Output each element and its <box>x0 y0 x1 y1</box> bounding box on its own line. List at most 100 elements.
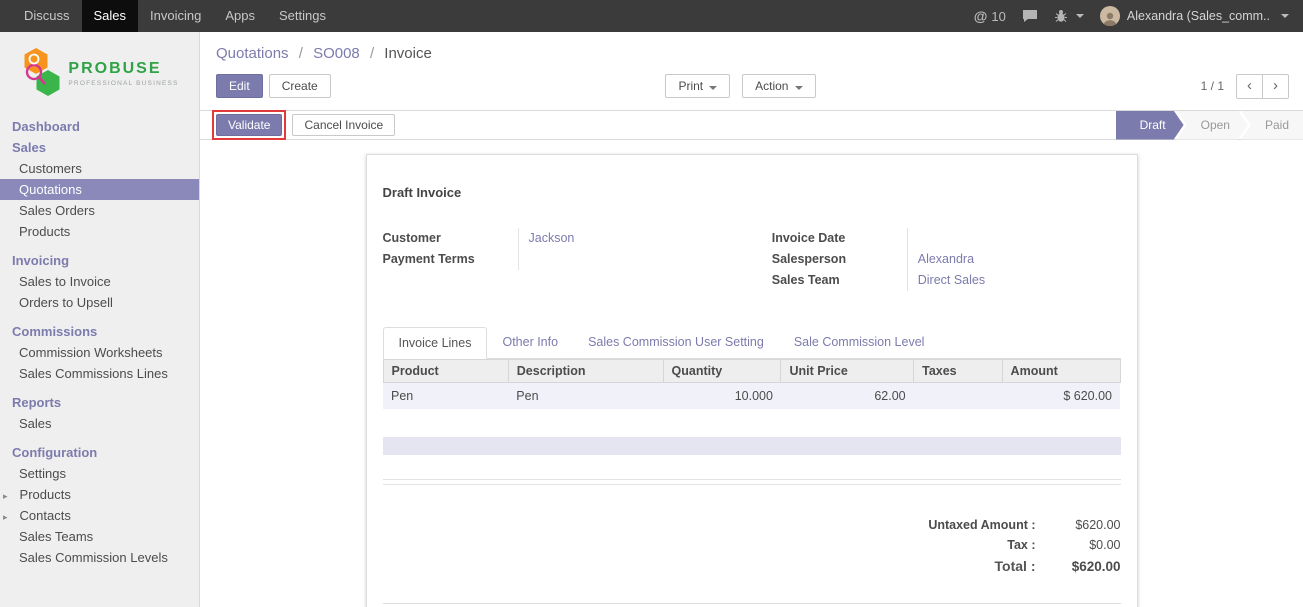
pager-counter: 1 / 1 <box>1201 79 1224 93</box>
invoice-title: Draft Invoice <box>383 185 1121 200</box>
totals-block: Untaxed Amount : $620.00 Tax : $0.00 Tot… <box>821 515 1121 577</box>
col-unit-price[interactable]: Unit Price <box>781 360 914 383</box>
topbar-systray: @ 10 Alexandra (Sales_comm.. <box>974 6 1303 26</box>
payment-terms-label: Payment Terms <box>383 249 518 270</box>
cell-taxes <box>914 383 1002 410</box>
pager-next-button[interactable]: › <box>1262 74 1289 99</box>
sidebar-heading-reports[interactable]: Reports <box>0 392 199 413</box>
expand-icon[interactable]: ▸ <box>3 491 8 501</box>
sidebar-item-sales-orders[interactable]: Sales Orders <box>0 200 199 221</box>
sidebar-item-config-products[interactable]: ▸ Products <box>0 484 199 505</box>
action-buttons: Print Action <box>665 74 815 98</box>
sidebar-item-quotations[interactable]: Quotations <box>0 179 199 200</box>
total-row: Total : $620.00 <box>821 555 1121 577</box>
app-logo: PROBUSE PROFESSIONAL BUSINESS <box>0 32 199 116</box>
caret-down-icon <box>1281 14 1289 18</box>
tax-row: Tax : $0.00 <box>821 535 1121 555</box>
sidebar-item-sales-commissions-lines[interactable]: Sales Commissions Lines <box>0 363 199 384</box>
cell-product: Pen <box>383 383 508 410</box>
sidebar-item-sales-teams[interactable]: Sales Teams <box>0 526 199 547</box>
logo-subtitle: PROFESSIONAL BUSINESS <box>68 80 178 87</box>
col-quantity[interactable]: Quantity <box>663 360 781 383</box>
action-dropdown[interactable]: Action <box>742 74 815 98</box>
breadcrumb-current: Invoice <box>384 45 432 62</box>
caret-down-icon <box>794 86 802 90</box>
app-menus: Discuss Sales Invoicing Apps Settings <box>12 0 338 32</box>
tab-sale-commission-level[interactable]: Sale Commission Level <box>779 327 940 358</box>
untaxed-amount-label: Untaxed Amount : <box>928 518 1035 532</box>
total-value: $620.00 <box>1036 559 1121 574</box>
invoice-date-value[interactable] <box>907 228 1091 249</box>
breadcrumb: Quotations / SO008 / Invoice <box>200 32 1303 62</box>
create-button[interactable]: Create <box>269 74 331 98</box>
breadcrumb-separator: / <box>370 45 374 62</box>
menu-sales[interactable]: Sales <box>82 0 139 32</box>
sidebar-item-sales-to-invoice[interactable]: Sales to Invoice <box>0 271 199 292</box>
col-taxes[interactable]: Taxes <box>914 360 1002 383</box>
top-navbar: Discuss Sales Invoicing Apps Settings @ … <box>0 0 1303 32</box>
edit-button[interactable]: Edit <box>216 74 263 98</box>
salesperson-value[interactable]: Alexandra <box>907 249 1091 270</box>
sales-team-value[interactable]: Direct Sales <box>907 270 1091 291</box>
expand-icon[interactable]: ▸ <box>3 512 8 522</box>
menu-settings[interactable]: Settings <box>267 0 338 32</box>
field-invoice-date: Invoice Date <box>772 228 1091 249</box>
payment-terms-value[interactable] <box>518 249 702 270</box>
sidebar-item-customers[interactable]: Customers <box>0 158 199 179</box>
customer-value[interactable]: Jackson <box>518 228 702 249</box>
tab-other-info[interactable]: Other Info <box>487 327 573 358</box>
col-product[interactable]: Product <box>383 360 508 383</box>
sidebar-item-label: Products <box>20 487 71 502</box>
sidebar-heading-configuration[interactable]: Configuration <box>0 442 199 463</box>
field-group: Customer Jackson Payment Terms Invoice D… <box>383 228 1091 291</box>
sidebar-item-config-settings[interactable]: Settings <box>0 463 199 484</box>
sidebar-heading-sales[interactable]: Sales <box>0 137 199 158</box>
pager-previous-button[interactable]: ‹ <box>1236 74 1263 99</box>
sidebar-item-label: Contacts <box>20 508 71 523</box>
tab-sales-commission-user-setting[interactable]: Sales Commission User Setting <box>573 327 779 358</box>
print-dropdown[interactable]: Print <box>665 74 730 98</box>
sidebar-item-sales-commission-levels[interactable]: Sales Commission Levels <box>0 547 199 568</box>
chat-icon[interactable] <box>1022 9 1038 23</box>
sidebar-item-orders-to-upsell[interactable]: Orders to Upsell <box>0 292 199 313</box>
sidebar-item-commission-worksheets[interactable]: Commission Worksheets <box>0 342 199 363</box>
logo-text: PROBUSE <box>68 60 178 78</box>
sidebar-item-config-contacts[interactable]: ▸ Contacts <box>0 505 199 526</box>
stage-open[interactable]: Open <box>1177 111 1248 140</box>
stage-draft[interactable]: Draft <box>1116 111 1184 140</box>
tab-invoice-lines[interactable]: Invoice Lines <box>383 327 488 359</box>
status-pipeline: Draft Open Paid <box>1116 111 1303 140</box>
breadcrumb-separator: / <box>299 45 303 62</box>
caret-down-icon <box>1076 14 1084 18</box>
sidebar: PROBUSE PROFESSIONAL BUSINESS Dashboard … <box>0 32 200 607</box>
notebook-tabs: Invoice Lines Other Info Sales Commissio… <box>383 327 1121 359</box>
sidebar-heading-invoicing[interactable]: Invoicing <box>0 250 199 271</box>
sidebar-item-reports-sales[interactable]: Sales <box>0 413 199 434</box>
col-description[interactable]: Description <box>508 360 663 383</box>
sidebar-heading-dashboard[interactable]: Dashboard <box>0 116 199 137</box>
debug-icon[interactable] <box>1054 9 1084 23</box>
validate-button[interactable]: Validate <box>216 114 282 136</box>
cell-amount: $ 620.00 <box>1002 383 1120 410</box>
messages-indicator[interactable]: @ 10 <box>974 8 1006 24</box>
field-sales-team: Sales Team Direct Sales <box>772 270 1091 291</box>
menu-discuss[interactable]: Discuss <box>12 0 82 32</box>
messages-count: 10 <box>991 9 1005 24</box>
tax-label: Tax : <box>1007 538 1035 552</box>
menu-apps[interactable]: Apps <box>213 0 267 32</box>
user-menu[interactable]: Alexandra (Sales_comm.. <box>1100 6 1289 26</box>
invoice-sheet: Draft Invoice Customer Jackson Payment T… <box>366 154 1138 607</box>
stage-paid[interactable]: Paid <box>1241 111 1303 140</box>
sidebar-item-products[interactable]: Products <box>0 221 199 242</box>
at-icon: @ <box>974 8 988 24</box>
col-amount[interactable]: Amount <box>1002 360 1120 383</box>
table-row[interactable]: Pen Pen 10.000 62.00 $ 620.00 <box>383 383 1120 410</box>
cell-description: Pen <box>508 383 663 410</box>
cancel-invoice-button[interactable]: Cancel Invoice <box>292 114 395 136</box>
breadcrumb-so008[interactable]: SO008 <box>313 45 360 62</box>
field-customer: Customer Jackson <box>383 228 702 249</box>
app-window: Discuss Sales Invoicing Apps Settings @ … <box>0 0 1303 607</box>
sidebar-heading-commissions[interactable]: Commissions <box>0 321 199 342</box>
breadcrumb-quotations[interactable]: Quotations <box>216 45 289 62</box>
menu-invoicing[interactable]: Invoicing <box>138 0 213 32</box>
